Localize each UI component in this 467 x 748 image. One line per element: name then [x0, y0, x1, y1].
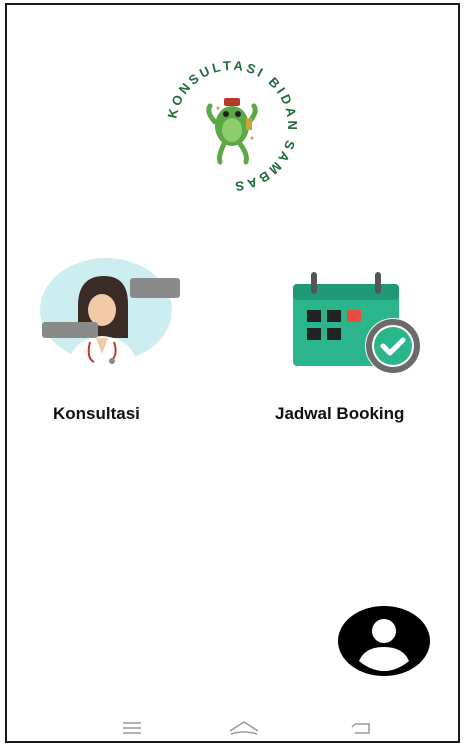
konsultasi-label: Konsultasi — [53, 404, 140, 423]
doctor-avatar-icon — [40, 258, 180, 366]
recent-apps-icon[interactable] — [117, 719, 147, 739]
frog-mascot-icon — [206, 98, 258, 165]
account-circle-icon — [338, 606, 430, 676]
profile-button[interactable] — [337, 605, 431, 677]
jadwal-booking-label: Jadwal Booking — [275, 404, 405, 423]
app-logo: KONSULTASI BIDAN SAMBAS — [162, 56, 302, 196]
back-icon[interactable] — [347, 719, 377, 739]
calendar-check-icon — [293, 272, 421, 374]
home-icon[interactable] — [227, 719, 259, 739]
system-nav-bar — [7, 705, 458, 743]
